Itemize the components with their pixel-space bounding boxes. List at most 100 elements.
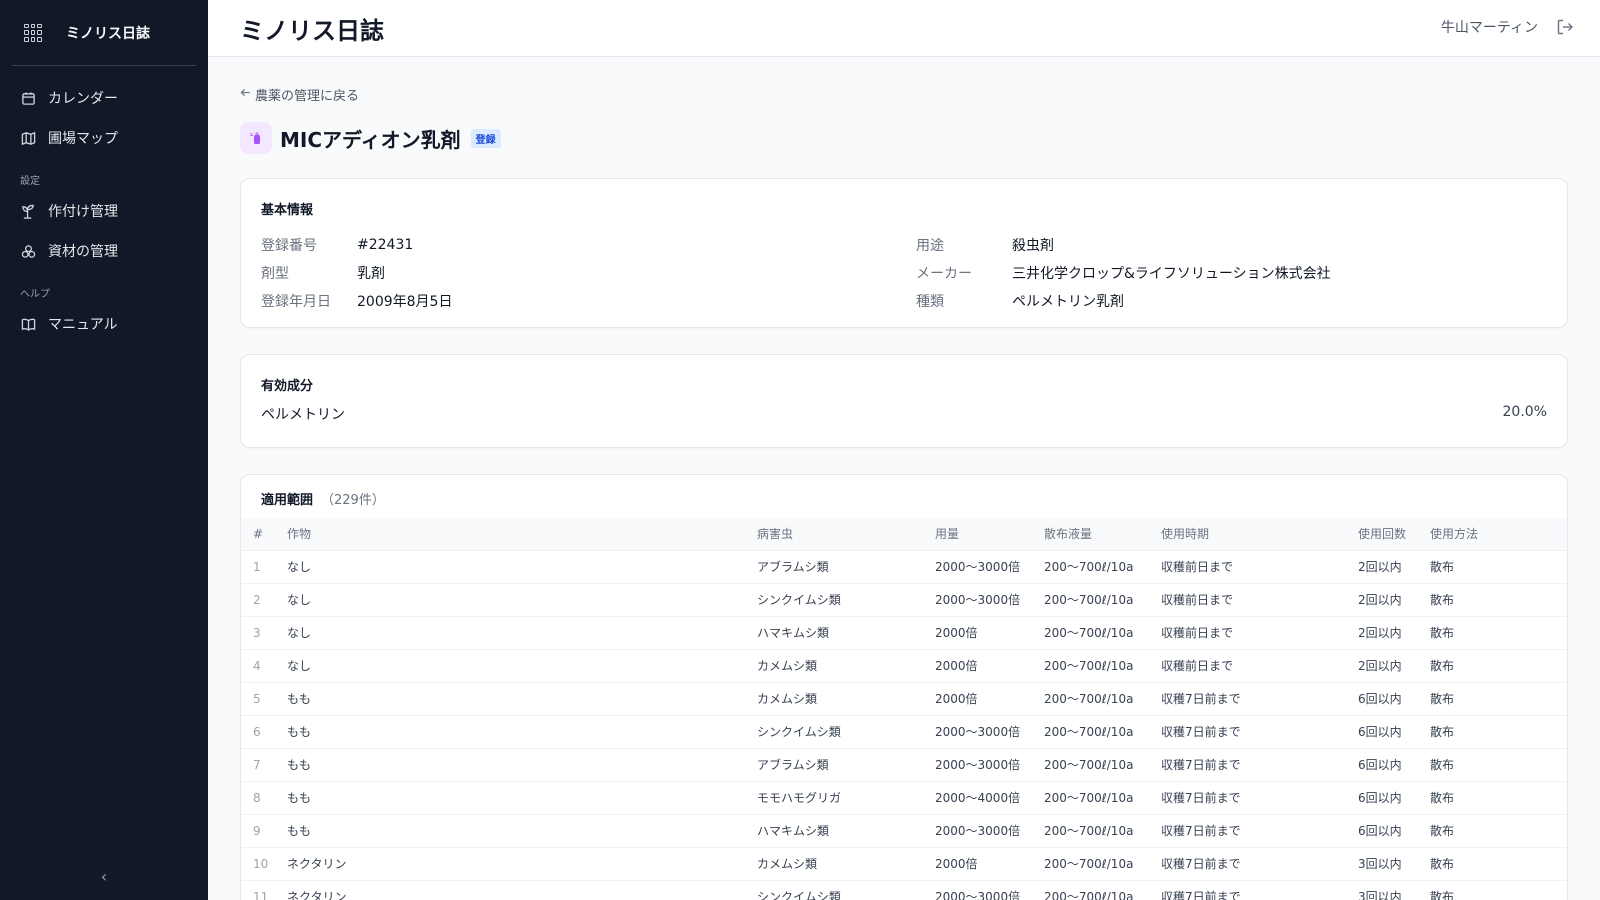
crop-cell: ネクタリン [287, 846, 757, 880]
top-header: ミノリス日誌 牛山マーティン [208, 0, 1600, 57]
row-number: 9 [241, 813, 287, 847]
method-cell: 散布 [1430, 582, 1567, 616]
ingredient-card: 有効成分 ペルメトリン 20.0% [240, 354, 1568, 448]
table-row[interactable]: 2 なし シンクイムシ類 2000～3000倍 200～700ℓ/10a 収穫前日まで 2回… [241, 582, 1567, 616]
table-row[interactable]: 6 もも シンクイムシ類 2000～3000倍 200～700ℓ/10a 収穫7日前まで 6… [241, 714, 1567, 748]
table-row[interactable]: 4 なし カメムシ類 2000倍 200～700ℓ/10a 収穫前日まで 2回以内 散布 [241, 648, 1567, 682]
arrow-left-icon [240, 87, 251, 102]
info-value: 三井化学クロップ&ライフソリューション株式会社 [1012, 266, 1331, 282]
card-title: 基本情報 [261, 203, 314, 218]
column-header[interactable]: 散布液量 [1044, 518, 1161, 550]
sidebar-brand[interactable]: ミノリス日誌 [12, 0, 196, 66]
sidebar-item-cropping[interactable]: 作付け管理 [12, 191, 196, 231]
pest-cell: カメムシ類 [757, 681, 935, 715]
pest-cell: ハマキムシ類 [757, 615, 935, 649]
table-row[interactable]: 5 もも カメムシ類 2000倍 200～700ℓ/10a 収穫7日前まで 6回以内 散布 [241, 681, 1567, 715]
table-row[interactable]: 11 ネクタリン シンクイムシ類 2000～3000倍 200～700ℓ/10a 収穫7日… [241, 879, 1567, 900]
info-row: 剤型 乳剤 メーカー 三井化学クロップ&ライフソリューション株式会社 [261, 259, 1547, 287]
scope-header: 適用範囲 （229件） [241, 475, 1567, 518]
column-header[interactable]: # [241, 518, 287, 550]
method-cell: 散布 [1430, 879, 1567, 900]
crop-cell: もも [287, 714, 757, 748]
card-title: 有効成分 [261, 379, 314, 394]
sidebar-item-calendar[interactable]: カレンダー [12, 78, 196, 118]
column-header[interactable]: 作物 [287, 518, 757, 550]
dose-cell: 2000倍 [935, 681, 1044, 715]
count-cell: 6回以内 [1358, 681, 1430, 715]
column-header[interactable]: 使用時期 [1161, 518, 1358, 550]
sidebar-item-manual[interactable]: マニュアル [12, 304, 196, 344]
map-icon [20, 130, 36, 146]
row-number: 3 [241, 615, 287, 649]
pest-cell: カメムシ類 [757, 846, 935, 880]
ingredient-percent: 20.0% [1502, 404, 1547, 420]
count-cell: 2回以内 [1358, 549, 1430, 583]
crop-cell: なし [287, 615, 757, 649]
sprout-icon [20, 203, 36, 219]
table-row[interactable]: 8 もも モモハモグリガ 2000～4000倍 200～700ℓ/10a 収穫7日前まで 6… [241, 780, 1567, 814]
sidebar-item-label: カレンダー [48, 91, 118, 107]
back-link[interactable]: 農薬の管理に戻る [240, 85, 1568, 104]
volume-cell: 200～700ℓ/10a [1044, 747, 1161, 781]
calendar-icon [20, 90, 36, 106]
info-label: 剤型 [261, 266, 289, 282]
pest-cell: モモハモグリガ [757, 780, 935, 814]
table-row[interactable]: 3 なし ハマキムシ類 2000倍 200～700ℓ/10a 収穫前日まで 2回以内 散布 [241, 615, 1567, 649]
row-number: 1 [241, 549, 287, 583]
volume-cell: 200～700ℓ/10a [1044, 681, 1161, 715]
volume-cell: 200～700ℓ/10a [1044, 879, 1161, 900]
crop-cell: もも [287, 681, 757, 715]
method-cell: 散布 [1430, 648, 1567, 682]
info-value: 2009年8月5日 [357, 294, 453, 310]
row-number: 4 [241, 648, 287, 682]
info-value: ペルメトリン乳剤 [1012, 294, 1124, 310]
dose-cell: 2000～4000倍 [935, 780, 1044, 814]
pest-cell: ハマキムシ類 [757, 813, 935, 847]
crop-cell: もも [287, 747, 757, 781]
sidebar-item-label: 圃場マップ [48, 131, 118, 147]
main-content: 農薬の管理に戻る MICアディオン乳剤 登録 基本情報 登録番号 #22431 … [240, 57, 1568, 900]
sidebar-item-label: マニュアル [48, 317, 118, 333]
table-row[interactable]: 1 なし アブラムシ類 2000～3000倍 200～700ℓ/10a 収穫前日まで 2回以… [241, 549, 1567, 583]
collapse-sidebar-button[interactable]: ‹ [0, 867, 208, 886]
dose-cell: 2000～3000倍 [935, 582, 1044, 616]
count-cell: 3回以内 [1358, 846, 1430, 880]
pest-cell: シンクイムシ類 [757, 879, 935, 900]
dose-cell: 2000～3000倍 [935, 747, 1044, 781]
row-number: 8 [241, 780, 287, 814]
scope-table-body: 1 なし アブラムシ類 2000～3000倍 200～700ℓ/10a 収穫前日まで 2回以… [241, 549, 1567, 900]
timing-cell: 収穫前日まで [1161, 615, 1358, 649]
pest-cell: カメムシ類 [757, 648, 935, 682]
brand-name: ミノリス日誌 [66, 25, 150, 42]
timing-cell: 収穫前日まで [1161, 582, 1358, 616]
column-header[interactable]: 病害虫 [757, 518, 935, 550]
count-cell: 3回以内 [1358, 879, 1430, 900]
row-number: 7 [241, 747, 287, 781]
sidebar-item-materials[interactable]: 資材の管理 [12, 231, 196, 271]
table-row[interactable]: 9 もも ハマキムシ類 2000～3000倍 200～700ℓ/10a 収穫7日前まで 6回… [241, 813, 1567, 847]
column-header[interactable]: 用量 [935, 518, 1044, 550]
book-icon [20, 316, 36, 332]
sidebar-item-field-map[interactable]: 圃場マップ [12, 118, 196, 158]
column-header[interactable]: 使用方法 [1430, 518, 1567, 550]
user-name[interactable]: 牛山マーティン [1441, 17, 1538, 37]
crop-cell: もも [287, 813, 757, 847]
info-grid: 登録番号 #22431 用途 殺虫剤 剤型 乳剤 メーカー 三井化学クロップ&ラ… [261, 231, 1547, 315]
method-cell: 散布 [1430, 714, 1567, 748]
timing-cell: 収穫7日前まで [1161, 747, 1358, 781]
dose-cell: 2000～3000倍 [935, 714, 1044, 748]
column-header[interactable]: 使用回数 [1358, 518, 1430, 550]
table-row[interactable]: 10 ネクタリン カメムシ類 2000倍 200～700ℓ/10a 収穫7日前まで 3回以内… [241, 846, 1567, 880]
timing-cell: 収穫7日前まで [1161, 681, 1358, 715]
table-row[interactable]: 7 もも アブラムシ類 2000～3000倍 200～700ℓ/10a 収穫7日前まで 6回… [241, 747, 1567, 781]
volume-cell: 200～700ℓ/10a [1044, 846, 1161, 880]
method-cell: 散布 [1430, 813, 1567, 847]
info-label: 登録年月日 [261, 294, 331, 310]
dose-cell: 2000倍 [935, 846, 1044, 880]
status-badge: 登録 [470, 128, 501, 148]
logout-icon[interactable] [1556, 18, 1574, 36]
grid-icon [24, 23, 42, 42]
volume-cell: 200～700ℓ/10a [1044, 648, 1161, 682]
scope-table: # 作物 病害虫 用量 散布液量 使用時期 使用回数 使用方法 1 なし アブラムシ… [241, 518, 1567, 900]
row-number: 6 [241, 714, 287, 748]
